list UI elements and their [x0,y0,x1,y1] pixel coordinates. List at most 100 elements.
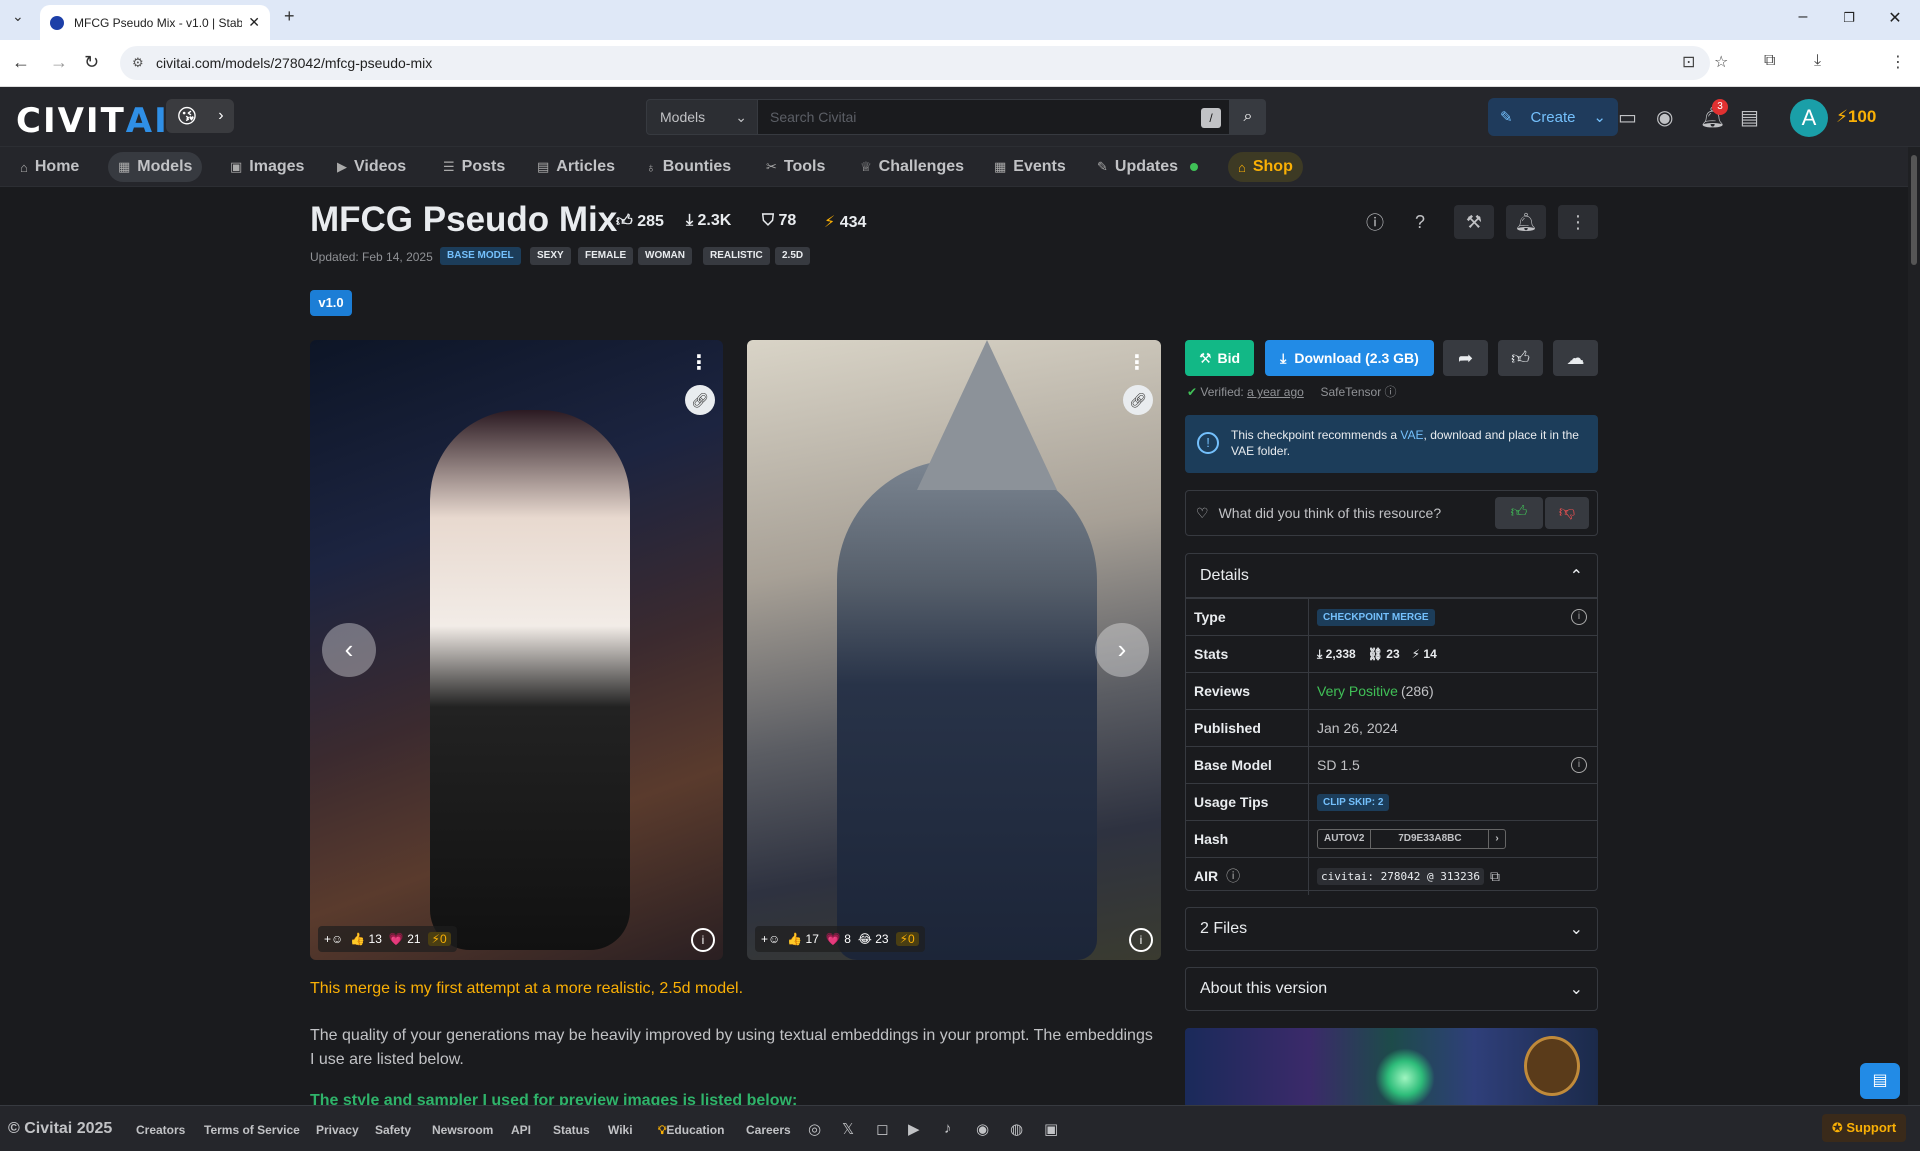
preview-image-1[interactable]: ⋮ 🔗︎ ‹ +☺ 👍 13 💗 21 ⚡0 i [310,340,723,960]
footer-link[interactable]: Careers [746,1123,791,1137]
add-reaction-icon[interactable]: +☺ [761,932,780,946]
chevron-right-icon[interactable]: › [1489,830,1504,848]
reviews-sentiment[interactable]: Very Positive [1317,683,1398,699]
nav-challenges[interactable]: ♕ Challenges [850,152,974,182]
tab-list-chevron-icon[interactable]: ⌄ [12,8,24,25]
thumbs-down-button[interactable]: 👎︎ [1545,497,1589,529]
bid-button[interactable]: ⚒ Bid [1185,340,1254,376]
nav-tools[interactable]: ✂ Tools [756,152,835,182]
nav-videos[interactable]: ▶ Videos [327,152,416,182]
about-version-accordion[interactable]: About this version ⌄ [1185,967,1598,1011]
tag[interactable]: FEMALE [578,247,634,265]
support-button[interactable]: ✪ Support [1822,1114,1906,1142]
tag[interactable]: WOMAN [638,247,692,265]
nav-home[interactable]: ⌂ Home [10,152,89,182]
link-icon[interactable]: 🔗︎ [1123,385,1153,415]
new-tab-icon[interactable]: + [284,6,295,27]
restore-icon[interactable]: ❐ [1834,10,1864,26]
prev-arrow-icon[interactable]: ‹ [322,623,376,677]
verified-time[interactable]: a year ago [1247,385,1304,399]
hash-widget[interactable]: AUTOV2 7D9E33A8BC › [1317,829,1506,849]
hash-type[interactable]: AUTOV2 [1318,830,1372,848]
more-menu-icon[interactable]: ⋮ [1558,205,1598,239]
screen-icon[interactable]: ▭ [1618,105,1637,130]
twitch-icon[interactable]: ▣ [1044,1120,1058,1138]
link-icon[interactable]: 🔗︎ [685,385,715,415]
tiktok-icon[interactable]: ♪ [944,1120,952,1137]
info-icon[interactable]: ⓘ [1358,205,1392,239]
info-icon[interactable]: i [1571,756,1587,773]
tag[interactable]: SEXY [530,247,571,265]
info-icon[interactable]: ⓘ [1226,866,1240,886]
laugh-reaction[interactable]: 😂 23 [858,932,889,946]
cloud-button[interactable]: ☁ [1553,340,1598,376]
copy-icon[interactable]: ⧉ [1490,868,1500,885]
hash-value[interactable]: 7D9E33A8BC [1371,830,1490,848]
bookmark-star-icon[interactable]: ☆ [1714,52,1728,72]
browser-tab[interactable]: MFCG Pseudo Mix - v1.0 | Stabl ✕ [40,5,270,40]
nav-models[interactable]: ▦ Models [108,152,203,182]
vae-link[interactable]: VAE [1400,428,1423,442]
footer-link[interactable]: Newsroom [432,1123,493,1137]
footer-link[interactable]: Status [553,1123,590,1137]
eye-icon[interactable]: ◉ [1656,105,1673,130]
site-info-icon[interactable]: ⚙ [132,55,144,71]
back-icon[interactable]: ← [12,52,30,73]
nav-articles[interactable]: ▤ Articles [527,152,625,182]
tag-base-model[interactable]: BASE MODEL [440,247,521,265]
thumbs-up-button[interactable]: 👍︎ [1495,497,1543,529]
page-scrollbar[interactable] [1908,147,1920,1105]
install-app-icon[interactable]: ⊡ [1682,52,1695,72]
forward-icon[interactable]: → [50,52,68,73]
info-icon[interactable]: i [1571,608,1587,625]
scrollbar-thumb[interactable] [1911,155,1917,265]
image-menu-icon[interactable]: ⋮ [1127,350,1147,375]
like-button[interactable]: 👍︎ [1498,340,1543,376]
x-twitter-icon[interactable]: 𝕏 [842,1120,854,1138]
nav-shop[interactable]: ⌂ Shop [1228,152,1303,182]
nav-updates[interactable]: ✎ Updates [1087,152,1208,182]
nav-events[interactable]: ▦ Events [984,152,1076,182]
files-accordion[interactable]: 2 Files ⌄ [1185,907,1598,951]
buzz-reaction[interactable]: ⚡0 [895,932,919,946]
heart-reaction[interactable]: 💗 8 [826,932,851,946]
next-arrow-icon[interactable]: › [1095,623,1149,677]
tag[interactable]: REALISTIC [703,247,770,265]
info-icon[interactable]: ⓘ [1385,385,1397,399]
help-icon[interactable]: ? [1403,205,1437,239]
share-button[interactable]: ➦ [1443,340,1488,376]
nav-posts[interactable]: ☰ Posts [433,152,515,182]
bid-hammer-icon[interactable]: ⚒ [1454,205,1494,239]
footer-link[interactable]: API [511,1123,531,1137]
close-window-icon[interactable]: ✕ [1880,8,1910,28]
url-field[interactable]: ⚙ civitai.com/models/278042/mfcg-pseudo-… [120,46,1710,80]
close-tab-icon[interactable]: ✕ [248,14,260,31]
promo-banner[interactable] [1185,1028,1598,1108]
add-reaction-icon[interactable]: +☺ [324,932,343,946]
buzz-reaction[interactable]: ⚡0 [427,932,451,946]
image-info-icon[interactable]: i [1129,928,1153,952]
heart-reaction[interactable]: 💗 21 [389,932,421,946]
civitai-logo[interactable]: CIVITAI [16,101,169,141]
buzz-balance[interactable]: ⚡100 [1836,107,1876,127]
preview-image-2[interactable]: ⋮ 🔗︎ › +☺ 👍 17 💗 8 😂 23 ⚡0 i [747,340,1161,960]
search-scope-select[interactable]: Models ⌄ [646,99,758,135]
search-button[interactable]: ⌕ [1230,99,1266,135]
notify-bell-icon[interactable]: 🔔︎ [1506,205,1546,239]
github-icon[interactable]: ◍ [1010,1120,1023,1138]
tag[interactable]: 2.5D [775,247,811,265]
version-button[interactable]: v1.0 [310,290,352,316]
footer-link[interactable]: Safety [375,1123,411,1137]
footer-link-education[interactable]: 💡︎Education [658,1123,724,1138]
browser-menu-icon[interactable]: ⋮ [1890,52,1906,72]
nav-images[interactable]: ▣ Images [220,152,314,182]
instagram-icon[interactable]: ◻ [876,1120,888,1138]
footer-link[interactable]: Wiki [608,1123,633,1137]
like-reaction[interactable]: 👍 17 [787,932,819,946]
extensions-icon[interactable]: ⧉ [1764,52,1775,70]
image-menu-icon[interactable]: ⋮ [689,350,709,375]
search-input[interactable]: Search Civitai / [758,99,1230,135]
chat-bubble-button[interactable]: ▤ [1860,1063,1900,1099]
minimize-icon[interactable]: – [1788,8,1818,26]
footer-link[interactable]: Creators [136,1123,185,1137]
